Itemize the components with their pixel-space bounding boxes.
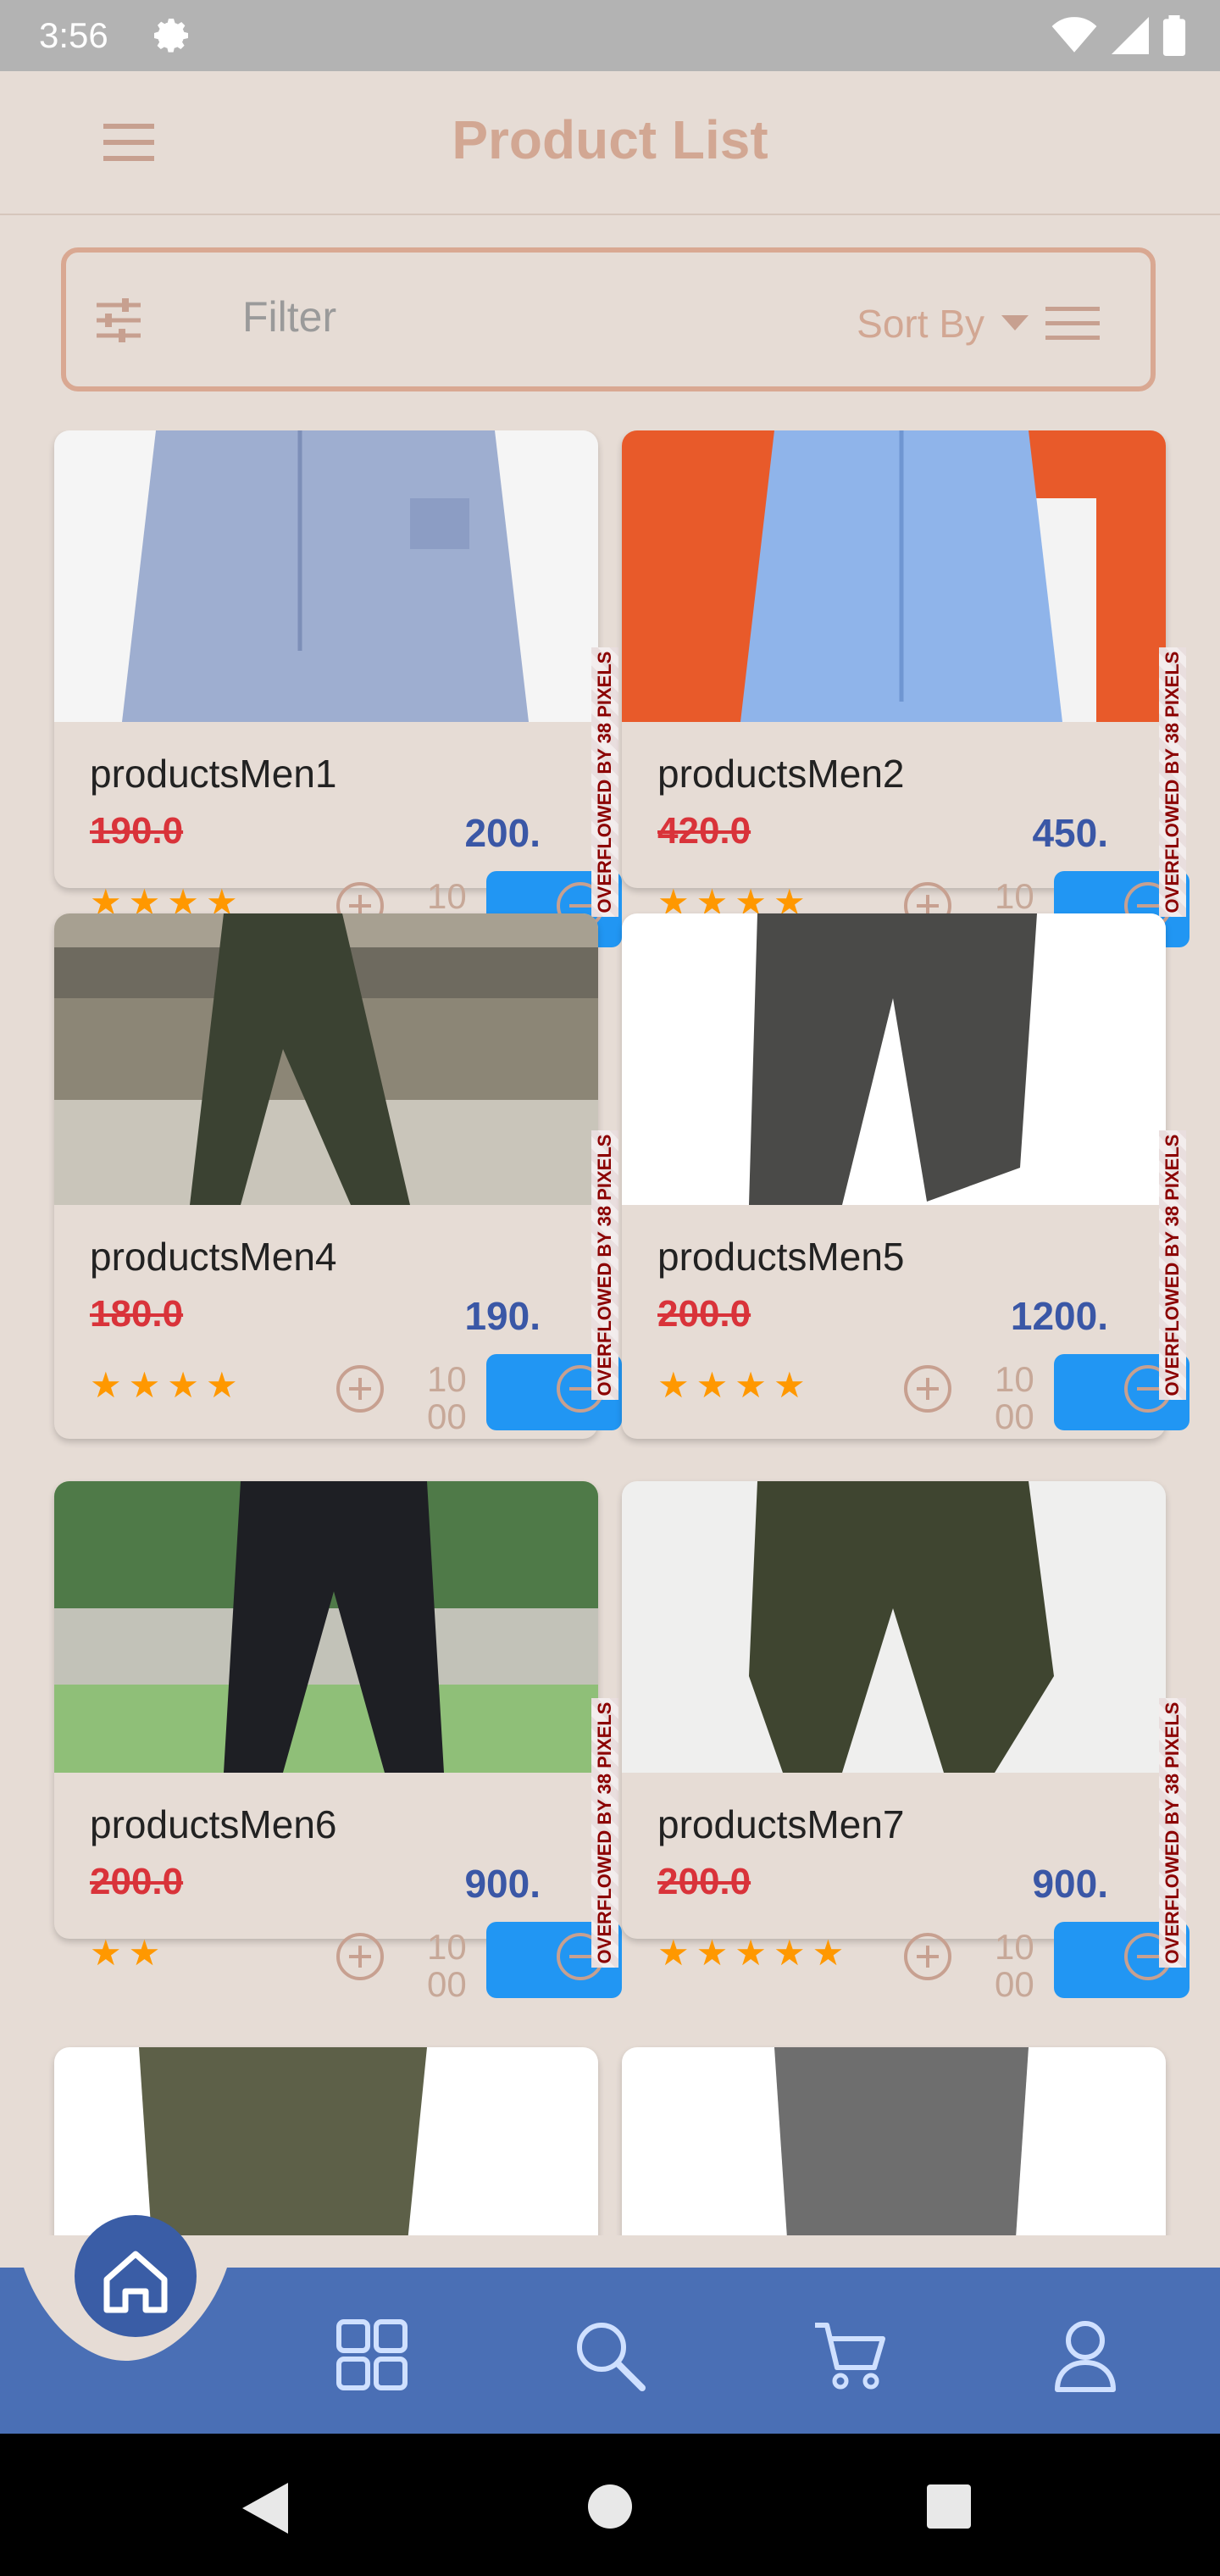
bottom-navigation — [0, 2215, 1220, 2434]
product-image[interactable] — [54, 2047, 598, 2235]
new-price: 200. — [464, 811, 541, 855]
product-name: productsMen4 — [90, 1235, 337, 1279]
rating-stars: ★★★★ — [657, 1365, 812, 1405]
product-name: productsMen5 — [657, 1235, 905, 1279]
product-card[interactable]: productsMen6 200.0 900. ★★ 10 00 OVERFLO… — [54, 1481, 622, 2003]
product-name: productsMen7 — [657, 1802, 905, 1846]
product-image[interactable] — [54, 1481, 598, 1773]
app-bar: Product List — [0, 71, 1220, 215]
overflow-text: OVERFLOWED BY 38 PIXELS — [1162, 1134, 1183, 1396]
product-image[interactable] — [622, 1481, 1166, 1773]
overflow-text: OVERFLOWED BY 38 PIXELS — [594, 1134, 615, 1396]
grid-icon[interactable] — [334, 2317, 410, 2393]
add-circle-icon[interactable] — [334, 1363, 386, 1415]
old-price: 200.0 — [90, 1861, 184, 1902]
overflow-warning: OVERFLOWED BY 38 PIXELS — [591, 1698, 618, 1968]
product-name: productsMen6 — [90, 1802, 337, 1846]
sort-by-dropdown[interactable]: Sort By — [857, 298, 1100, 349]
battery-icon — [1162, 15, 1186, 56]
overflow-warning: OVERFLOWED BY 38 PIXELS — [1159, 1130, 1186, 1400]
recents-icon[interactable] — [927, 2484, 971, 2529]
settings-gear-icon — [154, 19, 188, 53]
system-indicators — [1051, 14, 1186, 58]
product-card[interactable]: productsMen2 420.0 450. ★★★★ 10 00 OVERF… — [622, 430, 1190, 952]
tune-icon[interactable] — [93, 295, 144, 346]
old-price: 420.0 — [657, 810, 751, 852]
search-icon[interactable] — [571, 2317, 647, 2393]
old-price: 190.0 — [90, 810, 184, 852]
overflow-text: OVERFLOWED BY 38 PIXELS — [594, 651, 615, 913]
product-image[interactable] — [54, 913, 598, 1205]
product-card[interactable]: productsMen7 200.0 900. ★★★★★ 10 00 OVER… — [622, 1481, 1190, 2003]
profile-icon[interactable] — [1047, 2317, 1123, 2393]
product-image[interactable] — [622, 913, 1166, 1205]
old-price: 200.0 — [657, 1293, 751, 1335]
quantity-value: 10 00 — [427, 1359, 467, 1436]
filter-input[interactable] — [241, 286, 718, 347]
new-price: 190. — [464, 1294, 541, 1338]
new-price: 1200. — [1010, 1294, 1108, 1338]
list-view-icon[interactable] — [1045, 303, 1100, 344]
filter-bar: Sort By — [61, 247, 1156, 391]
quantity-value: 10 00 — [995, 1359, 1034, 1436]
cart-icon[interactable] — [812, 2317, 888, 2393]
new-price: 900. — [464, 1862, 541, 1906]
page-title: Product List — [452, 109, 768, 170]
product-grid: productsMen1 190.0 200. ★★★★ 10 00 OVERF… — [0, 430, 1220, 2235]
overflow-text: OVERFLOWED BY 38 PIXELS — [1162, 651, 1183, 913]
rating-stars: ★★★★ — [90, 1365, 245, 1405]
product-image[interactable] — [622, 430, 1166, 722]
new-price: 900. — [1032, 1862, 1108, 1906]
home-nav-button[interactable] — [24, 2212, 227, 2364]
old-price: 180.0 — [90, 1293, 184, 1335]
back-icon[interactable] — [242, 2483, 290, 2534]
product-name: productsMen1 — [90, 752, 337, 796]
overflow-warning: OVERFLOWED BY 38 PIXELS — [591, 647, 618, 917]
dropdown-arrow-icon — [1001, 315, 1029, 330]
signal-icon — [1112, 17, 1149, 54]
add-circle-icon[interactable] — [334, 1930, 386, 1983]
rating-stars: ★★ — [90, 1933, 168, 1973]
new-price: 450. — [1032, 811, 1108, 855]
product-image[interactable] — [54, 430, 598, 722]
product-card[interactable] — [54, 2047, 598, 2235]
product-card[interactable]: productsMen5 200.0 1200. ★★★★ 10 00 OVER… — [622, 913, 1190, 1439]
overflow-text: OVERFLOWED BY 38 PIXELS — [594, 1702, 615, 1964]
product-card[interactable] — [622, 2047, 1166, 2235]
product-image[interactable] — [622, 2047, 1166, 2235]
overflow-warning: OVERFLOWED BY 38 PIXELS — [591, 1130, 618, 1400]
overflow-warning: OVERFLOWED BY 38 PIXELS — [1159, 647, 1186, 917]
quantity-value: 10 00 — [995, 1927, 1034, 2004]
quantity-value: 10 00 — [427, 1927, 467, 2004]
overflow-warning: OVERFLOWED BY 38 PIXELS — [1159, 1698, 1186, 1968]
sort-by-label: Sort By — [857, 302, 984, 346]
add-circle-icon[interactable] — [901, 1930, 954, 1983]
rating-stars: ★★★★★ — [657, 1933, 851, 1973]
system-nav-bar — [0, 2434, 1220, 2576]
product-name: productsMen2 — [657, 752, 905, 796]
product-card[interactable]: productsMen1 190.0 200. ★★★★ 10 00 OVERF… — [54, 430, 622, 952]
status-bar: 3:56 — [0, 0, 1220, 71]
add-circle-icon[interactable] — [901, 1363, 954, 1415]
status-time: 3:56 — [39, 15, 108, 55]
old-price: 200.0 — [657, 1861, 751, 1902]
product-card[interactable]: productsMen4 180.0 190. ★★★★ 10 00 OVERF… — [54, 913, 622, 1439]
overflow-text: OVERFLOWED BY 38 PIXELS — [1162, 1702, 1183, 1964]
home-circle-icon[interactable] — [586, 2483, 634, 2530]
wifi-icon — [1051, 17, 1097, 53]
